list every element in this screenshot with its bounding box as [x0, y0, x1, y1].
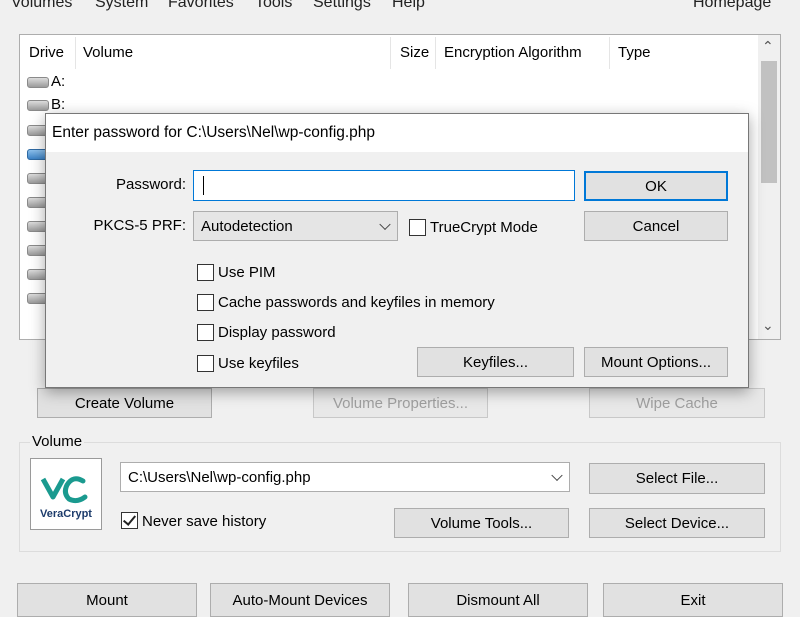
create-volume-button[interactable]: Create Volume	[37, 388, 212, 418]
column-separator	[435, 37, 436, 69]
use-pim-checkbox[interactable]	[197, 264, 214, 281]
select-file-button[interactable]: Select File...	[589, 463, 765, 494]
column-separator	[390, 37, 391, 69]
truecrypt-mode-checkbox[interactable]	[409, 219, 426, 236]
volume-path-value: C:\Users\Nel\wp-config.php	[128, 468, 311, 486]
chevron-down-icon[interactable]	[551, 469, 563, 482]
use-pim-label[interactable]: Use PIM	[218, 264, 276, 281]
cancel-button[interactable]: Cancel	[584, 211, 728, 241]
prf-label: PKCS-5 PRF:	[93, 217, 186, 234]
never-save-history-label[interactable]: Never save history	[142, 513, 266, 530]
menu-help[interactable]: Help	[392, 0, 425, 12]
ok-button[interactable]: OK	[584, 171, 728, 201]
exit-button[interactable]: Exit	[603, 583, 783, 617]
mount-options-button[interactable]: Mount Options...	[584, 347, 728, 377]
menu-system[interactable]: System	[95, 0, 148, 12]
menu-favorites[interactable]: Favorites	[168, 0, 234, 12]
menu-homepage[interactable]: Homepage	[693, 0, 771, 12]
column-header-type[interactable]: Type	[618, 44, 651, 61]
text-caret	[203, 176, 204, 195]
veracrypt-logo: VeraCrypt	[30, 458, 102, 530]
dialog-title: Enter password for C:\Users\Nel\wp-confi…	[52, 124, 376, 141]
never-save-history-checkbox[interactable]	[121, 512, 138, 529]
menu-volumes[interactable]: Volumes	[11, 0, 72, 12]
prf-select[interactable]: Autodetection	[193, 211, 398, 241]
column-header-encryption[interactable]: Encryption Algorithm	[444, 44, 582, 61]
mount-button[interactable]: Mount	[17, 583, 197, 617]
use-keyfiles-label[interactable]: Use keyfiles	[218, 355, 299, 372]
menu-tools[interactable]: Tools	[255, 0, 292, 12]
column-header-drive[interactable]: Drive	[29, 44, 64, 61]
volume-properties-button[interactable]: Volume Properties...	[313, 388, 488, 418]
display-password-checkbox[interactable]	[197, 324, 214, 341]
vertical-scrollbar[interactable]: ⌃ ⌄	[758, 35, 780, 339]
logo-text: VeraCrypt	[40, 508, 92, 520]
cache-passwords-label[interactable]: Cache passwords and keyfiles in memory	[218, 294, 495, 311]
cache-passwords-checkbox[interactable]	[197, 294, 214, 311]
auto-mount-devices-button[interactable]: Auto-Mount Devices	[210, 583, 390, 617]
password-dialog: Enter password for C:\Users\Nel\wp-confi…	[45, 113, 749, 388]
dismount-all-button[interactable]: Dismount All	[408, 583, 588, 617]
scroll-down-icon[interactable]: ⌄	[762, 317, 774, 334]
column-separator	[609, 37, 610, 69]
column-header-volume[interactable]: Volume	[83, 44, 133, 61]
truecrypt-mode-label[interactable]: TrueCrypt Mode	[430, 219, 538, 236]
volume-tools-button[interactable]: Volume Tools...	[394, 508, 569, 538]
display-password-label[interactable]: Display password	[218, 324, 336, 341]
select-device-button[interactable]: Select Device...	[589, 508, 765, 538]
use-keyfiles-checkbox[interactable]	[197, 355, 214, 372]
drive-letter: B:	[51, 96, 66, 113]
scroll-up-icon[interactable]: ⌃	[762, 38, 774, 55]
veracrypt-logo-icon: VeraCrypt	[40, 476, 92, 520]
prf-value: Autodetection	[201, 217, 293, 235]
volume-path-combo[interactable]: C:\Users\Nel\wp-config.php	[120, 462, 570, 492]
drive-icon	[27, 77, 49, 88]
password-input[interactable]	[193, 170, 575, 201]
drive-icon	[27, 100, 49, 111]
drive-letter: A:	[51, 73, 66, 90]
column-header-size[interactable]: Size	[400, 44, 429, 61]
password-label: Password:	[115, 176, 186, 193]
menu-bar: Volumes System Favorites Tools Settings …	[0, 0, 800, 18]
keyfiles-button[interactable]: Keyfiles...	[417, 347, 574, 377]
volume-group-label: Volume	[30, 433, 85, 450]
wipe-cache-button[interactable]: Wipe Cache	[589, 388, 765, 418]
chevron-down-icon[interactable]	[379, 218, 391, 231]
scrollbar-thumb[interactable]	[761, 61, 777, 183]
dialog-titlebar[interactable]: Enter password for C:\Users\Nel\wp-confi…	[46, 114, 748, 152]
column-separator	[75, 37, 76, 69]
menu-settings[interactable]: Settings	[313, 0, 371, 12]
